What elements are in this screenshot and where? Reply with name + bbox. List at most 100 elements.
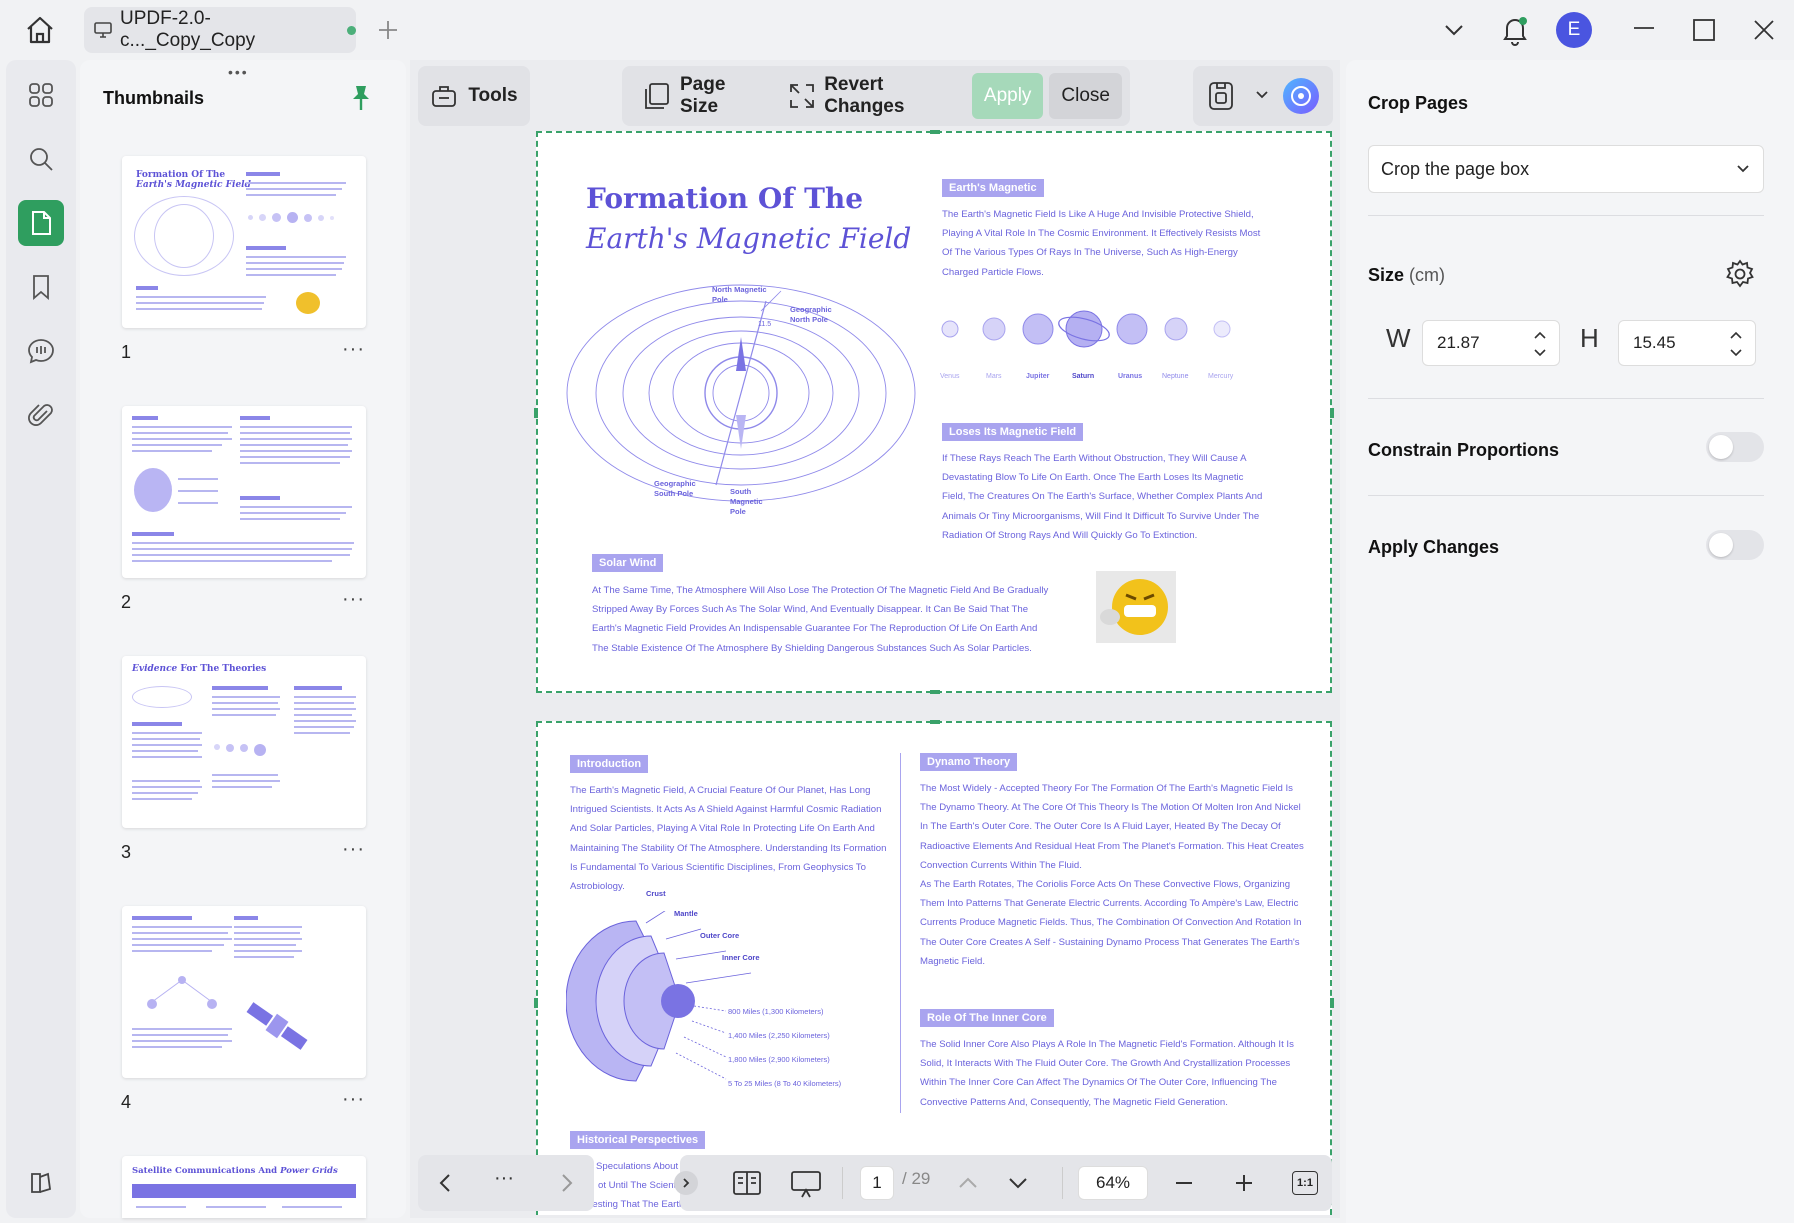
height-label: H — [1580, 323, 1599, 353]
constrain-proportions-label: Constrain Proportions — [1368, 440, 1560, 460]
crop-handle-bottom[interactable] — [930, 690, 940, 694]
thumbnails-panel: ••• Thumbnails Formation Of The Earth's M… — [80, 60, 406, 1218]
search-icon[interactable] — [18, 136, 64, 182]
width-label: W — [1386, 323, 1411, 353]
divider-2 — [1368, 398, 1764, 399]
crop-handle-page2-left[interactable] — [534, 998, 538, 1008]
tools-button[interactable]: Tools — [418, 66, 530, 126]
save-icon[interactable] — [1207, 80, 1235, 112]
zoom-level-input[interactable]: 64% — [1078, 1166, 1148, 1200]
page-total: / 29 — [902, 1169, 931, 1188]
thumbnail-page-5[interactable]: Satellite Communications And Power Grids — [122, 1156, 366, 1218]
thumb1-emoji — [296, 292, 320, 314]
chevron-down-icon — [1735, 163, 1751, 175]
thumbnail-page-2[interactable] — [122, 406, 366, 578]
view-controls-group: / 29 1:1 — [674, 1155, 1332, 1211]
presentation-icon[interactable] — [790, 1169, 822, 1199]
save-dropdown-icon[interactable] — [1255, 90, 1269, 100]
crop-box-page-2[interactable] — [536, 721, 1332, 1215]
two-page-view-icon[interactable] — [732, 1169, 762, 1197]
chevron-up-icon[interactable] — [956, 1171, 980, 1195]
thumb1-title: Formation Of The Earth's Magnetic Field — [136, 170, 251, 190]
size-label: Size (cm) — [1368, 265, 1446, 285]
thumbnail-3-more-button[interactable]: ··· — [342, 838, 365, 861]
crop-handle-right[interactable] — [1330, 408, 1334, 418]
crop-handle-page2-top[interactable] — [930, 720, 940, 724]
thumb4-satellite — [242, 996, 312, 1056]
crop-handle-left[interactable] — [534, 408, 538, 418]
chevron-left-icon[interactable] — [434, 1171, 458, 1195]
close-window-icon[interactable] — [1752, 18, 1776, 42]
revert-changes-button[interactable]: Revert Changes — [776, 73, 966, 119]
avatar[interactable]: E — [1556, 12, 1592, 48]
pages-icon[interactable] — [18, 200, 64, 246]
thumb5-table-header — [132, 1184, 356, 1198]
crop-pages-panel: Crop Pages Crop the page box Size (cm) W… — [1346, 60, 1794, 1223]
crop-pages-title: Crop Pages — [1368, 93, 1469, 113]
separator — [842, 1167, 843, 1199]
monitor-icon — [94, 22, 112, 38]
thumb1-diagram-inner — [154, 204, 214, 268]
view-toolbar — [1193, 66, 1333, 126]
thumb3-title: Evidence For The Theories — [132, 664, 267, 674]
bookmark-icon[interactable] — [18, 264, 64, 310]
pin-icon[interactable] — [348, 84, 374, 112]
document-tab[interactable]: UPDF-2.0-c..._Copy_Copy — [84, 7, 356, 53]
attachment-icon[interactable] — [18, 392, 64, 438]
page-number-input[interactable]: 1 — [860, 1166, 894, 1200]
thumb3-diagram — [132, 686, 192, 708]
thumbnail-page-4[interactable] — [122, 906, 366, 1078]
toolbox-icon — [430, 83, 458, 109]
chevron-right-icon[interactable] — [554, 1171, 578, 1195]
panel-drag-handle[interactable]: ••• — [228, 64, 249, 80]
height-stepper-icon[interactable] — [1728, 330, 1744, 358]
thumbnail-page-3[interactable]: Evidence For The Theories — [122, 656, 366, 828]
thumbnail-1-more-button[interactable]: ··· — [342, 338, 365, 361]
page-size-icon — [642, 81, 672, 111]
new-tab-icon[interactable] — [376, 18, 400, 42]
more-button[interactable]: ··· — [494, 1167, 514, 1190]
thumbnails-title: Thumbnails — [103, 88, 205, 108]
chevron-down-page-icon[interactable] — [1006, 1171, 1030, 1195]
crop-handle-page2-right[interactable] — [1330, 998, 1334, 1008]
thumbnail-1-number: 1 — [121, 342, 132, 362]
minimize-icon[interactable] — [1632, 16, 1656, 40]
saved-dot — [347, 25, 356, 35]
bell-icon[interactable] — [1500, 14, 1530, 46]
gear-icon[interactable] — [1724, 258, 1756, 290]
zoom-in-icon[interactable] — [1232, 1171, 1256, 1195]
width-stepper-icon[interactable] — [1532, 330, 1548, 358]
thumbnail-3-number: 3 — [121, 842, 132, 862]
thumbnail-4-number: 4 — [121, 1092, 132, 1112]
apply-button[interactable]: Apply — [971, 73, 1044, 119]
comment-icon[interactable] — [18, 328, 64, 374]
close-button[interactable]: Close — [1049, 73, 1122, 119]
crop-box-page-1[interactable] — [536, 131, 1332, 693]
chevron-down-icon[interactable] — [1442, 20, 1466, 40]
thumbnail-page-1[interactable]: Formation Of The Earth's Magnetic Field — [122, 156, 366, 328]
page-size-button[interactable]: Page Size — [630, 73, 770, 119]
zoom-out-icon[interactable] — [1172, 1171, 1196, 1195]
home-icon[interactable] — [24, 14, 56, 46]
thumbnail-2-number: 2 — [121, 592, 132, 612]
crop-mode-select[interactable]: Crop the page box — [1368, 145, 1764, 193]
separator-2 — [1062, 1167, 1063, 1199]
page-nav-group: ··· — [418, 1155, 594, 1211]
apply-changes-toggle[interactable] — [1706, 530, 1764, 560]
collapse-toggle-icon[interactable] — [674, 1171, 698, 1195]
thumb4-diagram — [142, 972, 222, 1012]
actual-size-button[interactable]: 1:1 — [1292, 1171, 1318, 1195]
thumbnail-4-more-button[interactable]: ··· — [342, 1088, 365, 1111]
crop-toolbar: Page Size Revert Changes Apply Close — [622, 66, 1130, 126]
constrain-proportions-toggle[interactable] — [1706, 432, 1764, 462]
thumbnail-2-more-button[interactable]: ··· — [342, 588, 365, 611]
divider — [1368, 215, 1764, 216]
thumb1-planets — [248, 212, 334, 223]
divider-3 — [1368, 495, 1764, 496]
grid-icon[interactable] — [18, 72, 64, 118]
maximize-icon[interactable] — [1692, 18, 1716, 42]
ai-assistant-icon[interactable] — [1283, 78, 1319, 114]
crop-handle-top[interactable] — [930, 130, 940, 134]
expand-arrows-icon — [788, 82, 816, 110]
layers-icon[interactable] — [18, 1160, 64, 1206]
